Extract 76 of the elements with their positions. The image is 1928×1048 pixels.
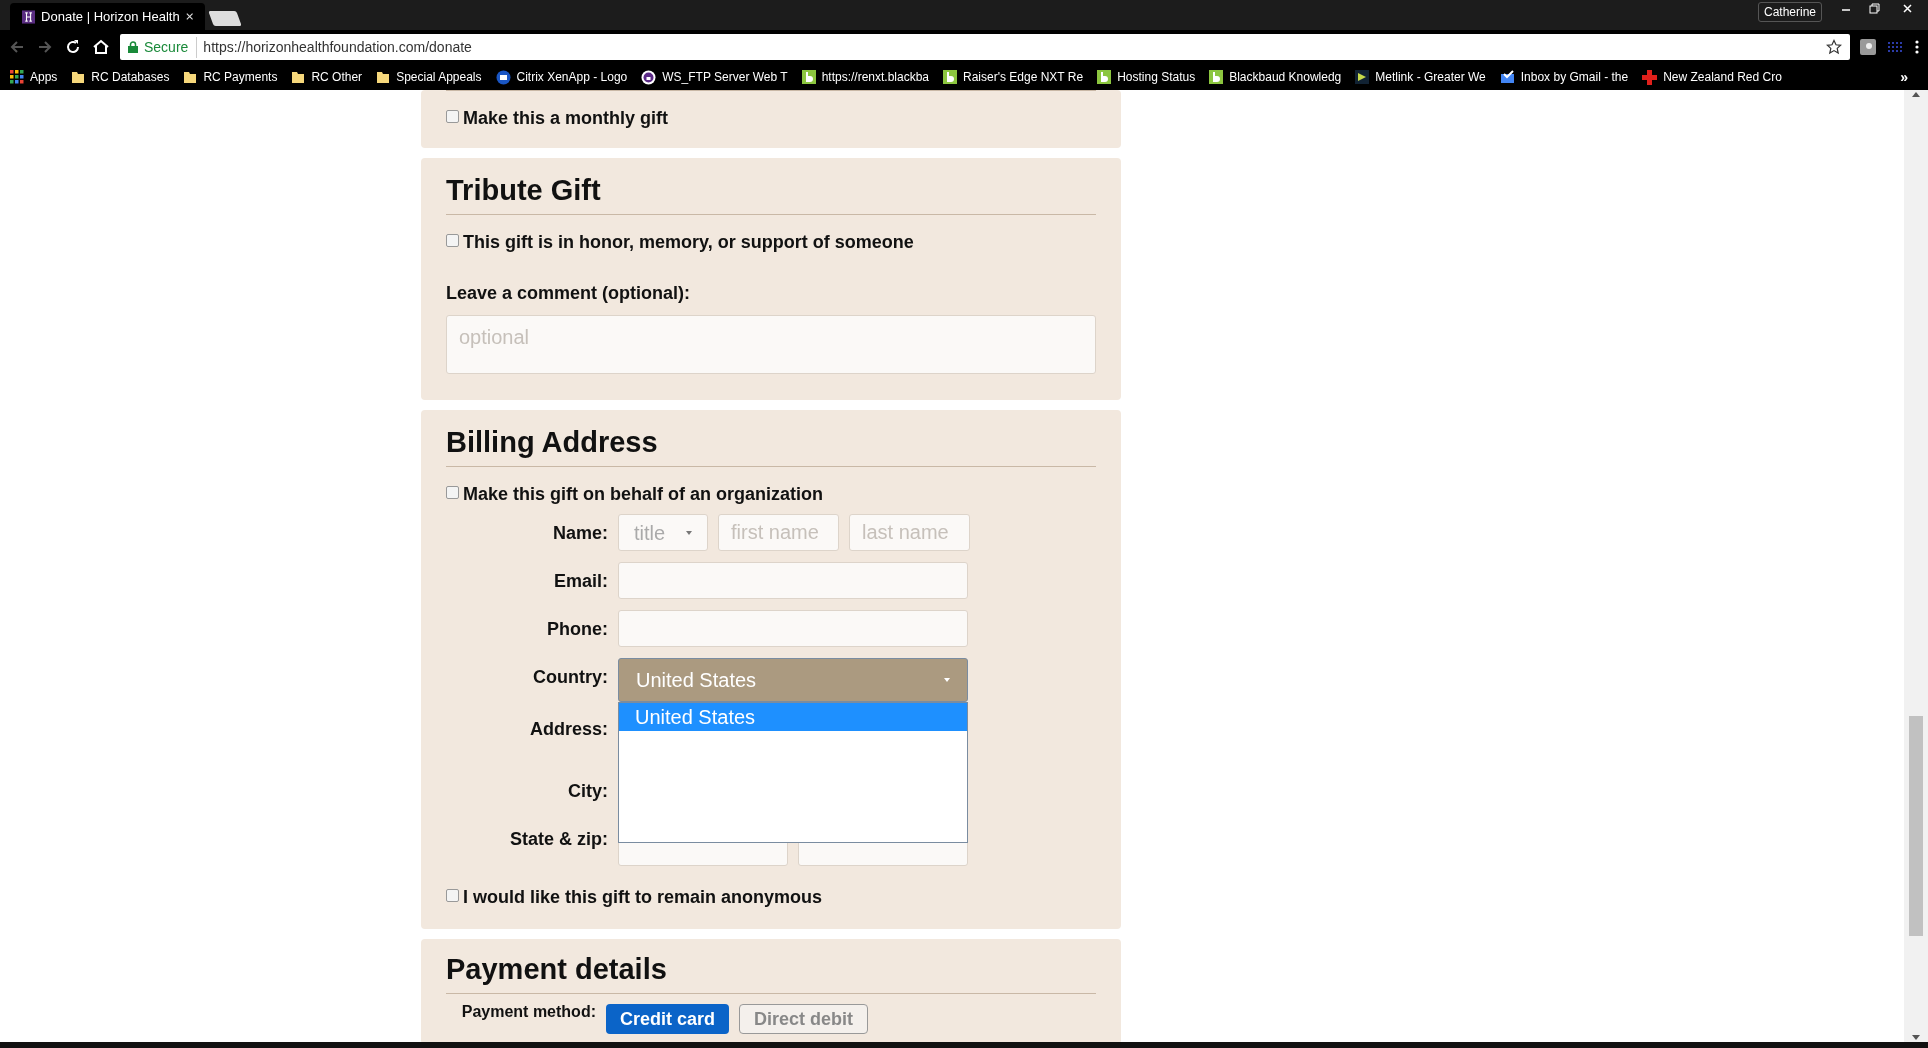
bookmark[interactable]: RC Other	[291, 68, 363, 86]
checkbox-label: This gift is in honor, memory, or support of someone	[463, 231, 914, 254]
scroll-thumb[interactable]	[1909, 716, 1923, 936]
last-name-field[interactable]: last name	[849, 514, 970, 551]
tab-title: Donate | Horizon Health	[41, 7, 180, 26]
field-label: Address:	[529, 718, 608, 741]
folder-icon	[291, 70, 306, 84]
b-square-icon	[1209, 70, 1224, 84]
lock-icon	[128, 41, 138, 53]
text-field[interactable]	[618, 562, 968, 599]
folder-icon	[71, 70, 86, 84]
checkbox[interactable]	[446, 110, 459, 123]
checkbox[interactable]	[446, 889, 459, 902]
home-icon[interactable]	[92, 38, 110, 56]
cross-icon	[1642, 69, 1658, 85]
checkbox[interactable]	[446, 486, 459, 499]
scroll-up-icon[interactable]	[1912, 92, 1920, 97]
dotted-arrow-icon	[1355, 70, 1370, 84]
first-name-field[interactable]: first name	[718, 514, 839, 551]
bookmark[interactable]: Special Appeals	[376, 68, 482, 86]
bookmark[interactable]: New Zealand Red Cro	[1642, 68, 1782, 86]
extension-icon[interactable]	[1860, 39, 1876, 55]
secure-label: Secure	[144, 36, 198, 58]
bookmark[interactable]: Apps	[10, 68, 58, 86]
scroll-down-icon[interactable]	[1912, 1035, 1920, 1040]
section-heading: Tribute Gift	[446, 173, 602, 208]
field-label: Email:	[553, 570, 608, 593]
lock-circle-icon	[641, 69, 657, 85]
bookmark[interactable]: Hosting Status	[1097, 68, 1196, 86]
reload-icon[interactable]	[64, 38, 82, 56]
checkbox[interactable]	[446, 234, 459, 247]
apps-grid-icon	[10, 70, 24, 84]
profile-button[interactable]: Catherine	[1757, 2, 1822, 22]
bookmark[interactable]: Blackbaud Knowledg	[1209, 68, 1342, 86]
bookmark[interactable]: RC Databases	[71, 68, 170, 86]
field-label: City:	[568, 780, 608, 803]
checkbox-label: Make this gift on behalf of an organization	[463, 483, 823, 506]
section-heading: Payment details	[446, 952, 668, 987]
extension-icon[interactable]	[1886, 39, 1904, 55]
bookmark[interactable]: Metlink - Greater We	[1355, 68, 1486, 86]
b-square-icon	[801, 70, 816, 84]
bookmark[interactable]: Inbox by Gmail - the	[1499, 68, 1629, 86]
field-label: State & zip:	[510, 828, 608, 851]
browser-tab[interactable]: Donate | Horizon Health	[10, 3, 205, 30]
close-icon[interactable]	[185, 12, 193, 21]
dropdown-caret-icon	[944, 678, 950, 682]
comment-field[interactable]: optional	[446, 315, 1096, 374]
folder-icon	[183, 70, 198, 84]
envelope-check-icon	[1499, 70, 1515, 84]
circle-logo-icon	[495, 69, 511, 85]
field-label: Leave a comment (optional):	[446, 282, 691, 305]
checkbox-label: I would like this gift to remain anonymous	[463, 886, 823, 909]
text-field[interactable]	[618, 610, 968, 647]
b-square-icon	[1097, 70, 1112, 84]
address-bar[interactable]: Secure https://horizonhealthfoundation.com/donate	[120, 34, 1850, 60]
bookmark[interactable]: RC Payments	[183, 68, 278, 86]
star-icon[interactable]	[1826, 39, 1842, 55]
bookmark[interactable]: Raiser's Edge NXT Re	[943, 68, 1084, 86]
b-square-icon	[943, 70, 958, 84]
bookmark[interactable]: WS_FTP Server Web T	[641, 68, 788, 86]
bookmark[interactable]: https://renxt.blackba	[801, 68, 930, 86]
url-text: https://horizonhealthfoundation.com/donate	[203, 37, 472, 57]
field-label: Name:	[552, 522, 608, 545]
field-label: Phone:	[547, 618, 608, 641]
h-logo-icon	[22, 8, 36, 25]
section-heading: Billing Address	[446, 425, 659, 460]
field-label: Payment method:	[460, 1004, 596, 1020]
bookmark[interactable]: Citrix XenApp - Logo	[495, 68, 628, 86]
bookmarks-overflow-button[interactable]: »	[1900, 66, 1918, 88]
dropdown-caret-icon	[686, 530, 692, 535]
menu-icon[interactable]	[1914, 39, 1920, 55]
field-label: Country:	[533, 666, 608, 689]
new-tab-button[interactable]	[208, 11, 242, 26]
folder-icon	[376, 70, 391, 84]
checkbox-label: Make this a monthly gift	[463, 107, 669, 130]
payment-method-button[interactable]: Credit card	[606, 1004, 730, 1034]
